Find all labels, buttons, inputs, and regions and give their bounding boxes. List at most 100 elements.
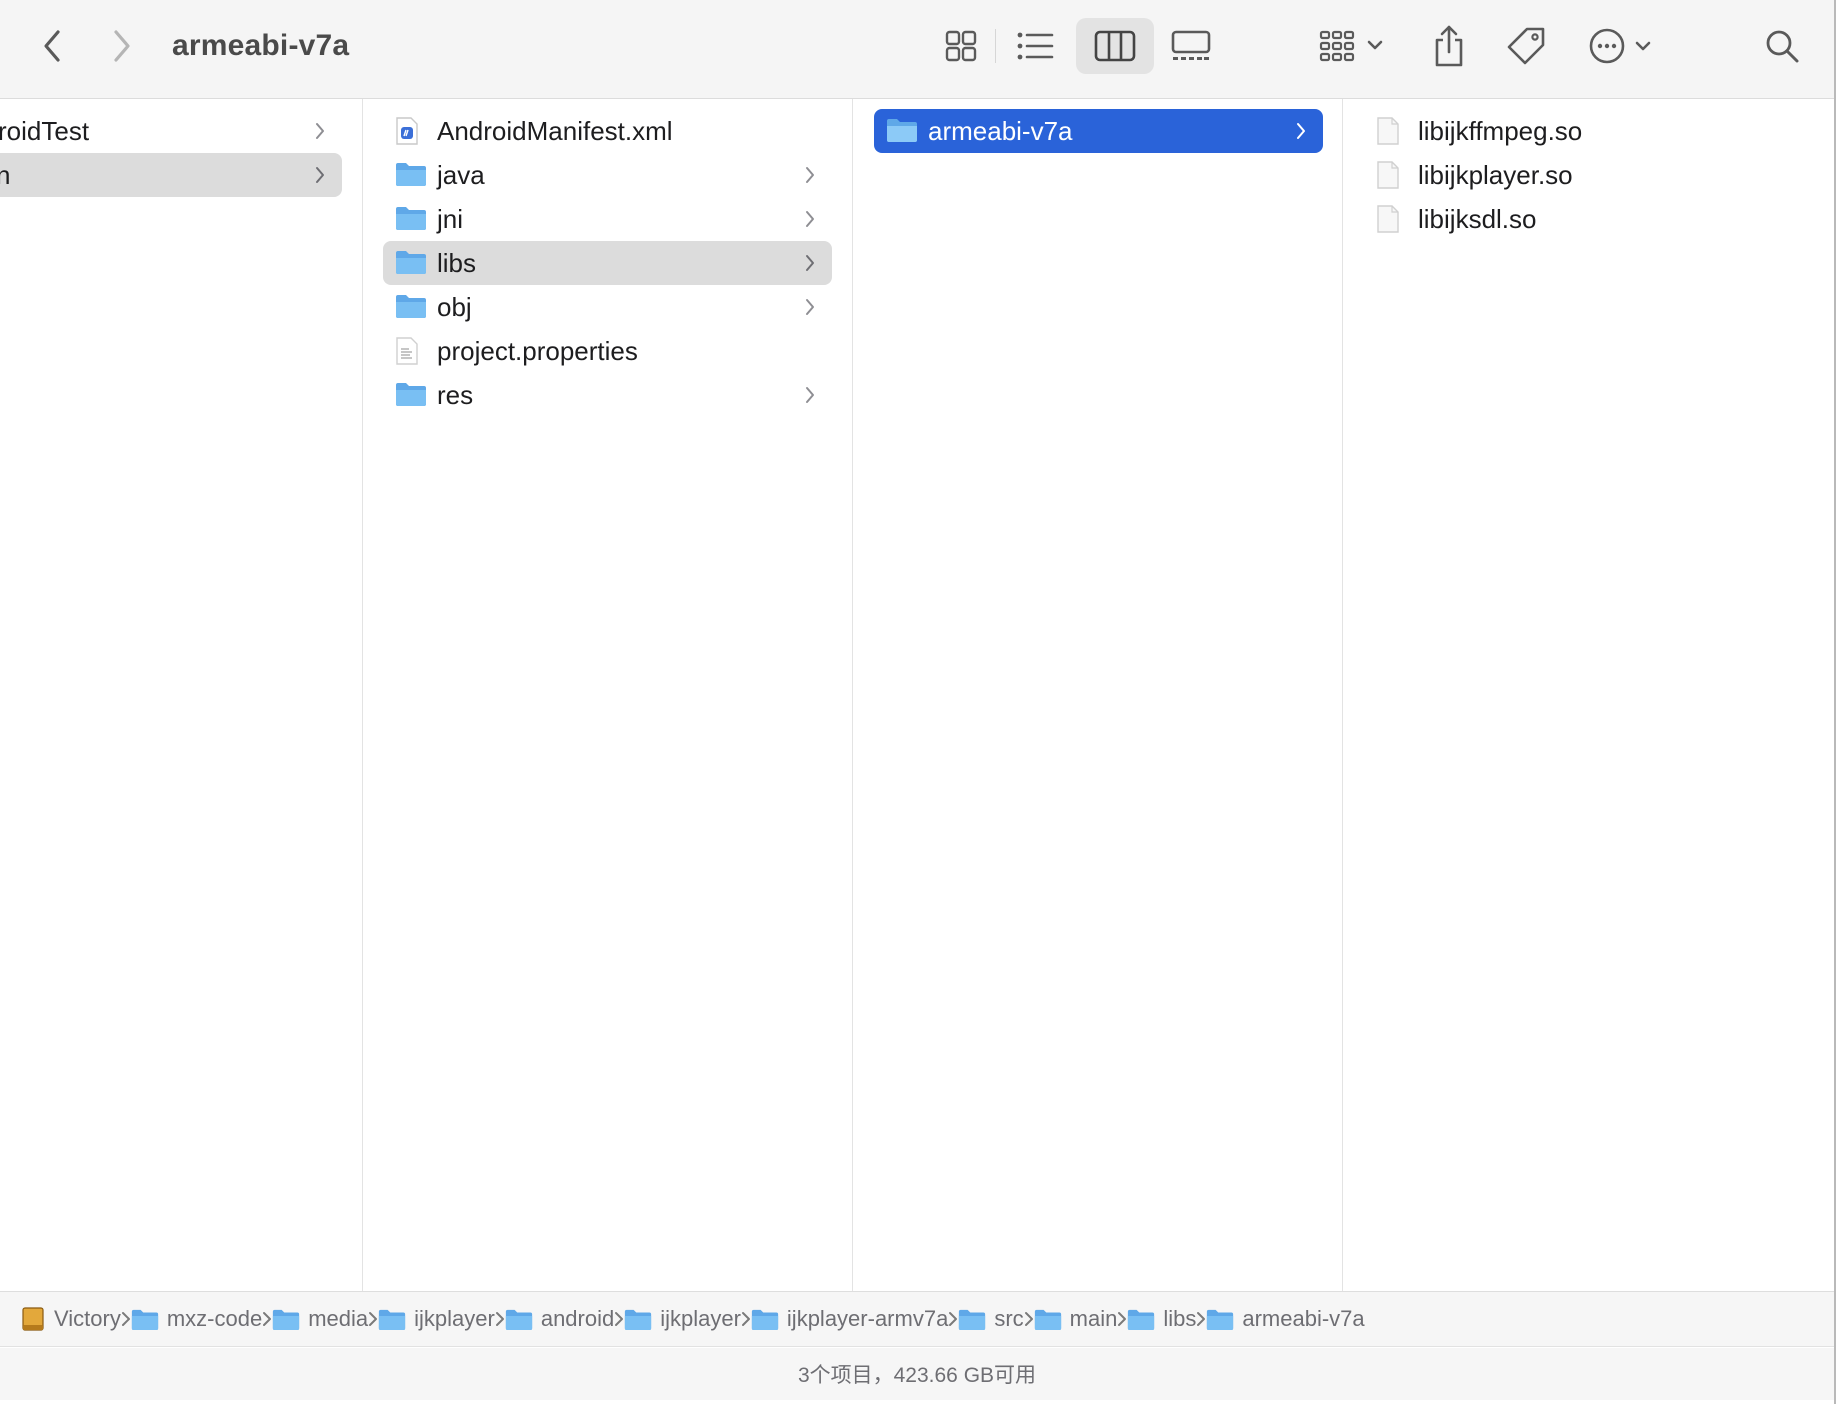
column-4[interactable]: libijkffmpeg.so libijkplayer.so libijksd… bbox=[1343, 99, 1834, 1291]
list-item[interactable]: java bbox=[383, 153, 832, 197]
window-title: armeabi-v7a bbox=[172, 29, 350, 62]
path-item[interactable]: ijkplayer-armv7a bbox=[751, 1306, 948, 1332]
chevron-right-icon bbox=[1118, 1312, 1127, 1326]
path-item[interactable]: ijkplayer bbox=[624, 1306, 741, 1332]
path-item[interactable]: mxz-code bbox=[131, 1306, 262, 1332]
item-name: jni bbox=[437, 204, 464, 234]
grid-icon bbox=[945, 30, 977, 62]
item-name: libs bbox=[437, 248, 477, 278]
folder-icon bbox=[751, 1309, 779, 1330]
path-label: ijkplayer bbox=[660, 1306, 741, 1331]
path-label: media bbox=[308, 1306, 369, 1331]
folder-icon bbox=[396, 383, 426, 406]
path-item[interactable]: media bbox=[272, 1306, 368, 1332]
search-button[interactable] bbox=[1758, 22, 1806, 70]
path-item-current[interactable]: armeabi-v7a bbox=[1206, 1306, 1365, 1332]
folder-icon bbox=[625, 1309, 652, 1330]
folder-icon bbox=[959, 1309, 986, 1330]
group-button[interactable] bbox=[1316, 22, 1392, 70]
status-text: 3个项目，423.66 GB可用 bbox=[797, 1364, 1037, 1387]
list-item[interactable]: project.properties bbox=[383, 329, 832, 373]
chevron-right-icon bbox=[806, 211, 814, 227]
folder-icon bbox=[396, 251, 426, 274]
folder-icon bbox=[887, 119, 917, 142]
list-item[interactable]: obj bbox=[383, 285, 832, 329]
column-3[interactable]: armeabi-v7a bbox=[853, 99, 1343, 1291]
item-name: libijkplayer.so bbox=[1418, 160, 1573, 190]
share-button[interactable] bbox=[1426, 18, 1472, 74]
gallery-icon bbox=[1171, 30, 1211, 60]
folder-icon bbox=[396, 163, 426, 186]
item-name: libijkffmpeg.so bbox=[1418, 116, 1583, 146]
list-icon bbox=[1017, 32, 1054, 60]
generic-file-icon bbox=[1377, 161, 1399, 189]
more-actions-button[interactable] bbox=[1586, 22, 1658, 70]
chevron-right-icon bbox=[1297, 123, 1305, 139]
item-name: java bbox=[437, 160, 485, 190]
path-bar: Victory mxz-code media ijkplayer android… bbox=[0, 1291, 1834, 1347]
column-1[interactable]: roidTest n bbox=[0, 99, 363, 1291]
list-view-button[interactable] bbox=[1008, 22, 1062, 70]
list-item[interactable]: libijkffmpeg.so bbox=[1364, 109, 1813, 153]
chevron-right-icon bbox=[806, 167, 814, 183]
item-name: obj bbox=[437, 292, 472, 322]
list-item[interactable]: roidTest bbox=[0, 109, 342, 153]
chevron-right-icon bbox=[806, 387, 814, 403]
tag-button[interactable] bbox=[1502, 22, 1550, 70]
column-view-button[interactable] bbox=[1076, 18, 1154, 74]
item-name: project.properties bbox=[437, 336, 638, 366]
path-label: src bbox=[994, 1306, 1024, 1331]
path-item[interactable]: src bbox=[958, 1306, 1024, 1332]
icon-view-button[interactable] bbox=[934, 22, 988, 70]
list-item-selected[interactable]: n bbox=[0, 153, 342, 197]
list-item[interactable]: jni bbox=[383, 197, 832, 241]
ellipsis-circle-icon bbox=[1589, 28, 1651, 64]
path-item[interactable]: main bbox=[1034, 1306, 1118, 1332]
chevron-left-icon bbox=[44, 30, 60, 62]
chevron-right-icon bbox=[741, 1312, 750, 1326]
item-name: AndroidManifest.xml bbox=[437, 116, 673, 146]
path-item[interactable]: ijkplayer bbox=[378, 1306, 495, 1332]
chevron-right-icon bbox=[114, 30, 130, 62]
path-label: ijkplayer bbox=[414, 1306, 495, 1331]
item-name: n bbox=[0, 160, 11, 190]
chevron-right-icon bbox=[806, 255, 814, 271]
generic-file-icon bbox=[1377, 205, 1399, 233]
path-item-disk[interactable]: Victory bbox=[20, 1306, 121, 1332]
path-item[interactable]: libs bbox=[1127, 1306, 1196, 1332]
disk-icon bbox=[22, 1307, 44, 1331]
share-icon bbox=[1435, 25, 1463, 67]
column-2[interactable]: AndroidManifest.xml java jni libs obj pr… bbox=[363, 99, 853, 1291]
chevron-right-icon bbox=[949, 1312, 958, 1326]
group-by-icon bbox=[1319, 30, 1383, 62]
list-item-selected[interactable]: libs bbox=[383, 241, 832, 285]
list-item[interactable]: libijksdl.so bbox=[1364, 197, 1813, 241]
folder-icon bbox=[396, 207, 426, 230]
list-item-active[interactable]: armeabi-v7a bbox=[874, 109, 1323, 153]
chevron-right-icon bbox=[806, 299, 814, 315]
folder-icon bbox=[379, 1309, 406, 1330]
path-label: ijkplayer-armv7a bbox=[786, 1306, 949, 1331]
folder-icon bbox=[273, 1309, 300, 1330]
xml-file-icon bbox=[396, 117, 418, 145]
folder-icon bbox=[396, 295, 426, 318]
item-name: libijksdl.so bbox=[1418, 204, 1537, 234]
list-item[interactable]: libijkplayer.so bbox=[1364, 153, 1813, 197]
list-item[interactable]: AndroidManifest.xml bbox=[383, 109, 832, 153]
chevron-right-icon bbox=[316, 167, 324, 183]
columns-icon bbox=[1094, 30, 1136, 62]
gallery-view-button[interactable] bbox=[1164, 22, 1218, 70]
tag-icon bbox=[1507, 27, 1545, 65]
folder-icon bbox=[131, 1309, 158, 1330]
path-label: Victory bbox=[54, 1306, 121, 1331]
item-name: res bbox=[437, 380, 474, 410]
list-item[interactable]: res bbox=[383, 373, 832, 417]
chevron-right-icon bbox=[1024, 1312, 1033, 1326]
chevron-right-icon bbox=[263, 1312, 272, 1326]
back-button[interactable] bbox=[30, 24, 74, 68]
column-browser: roidTest n AndroidManifest.xml java jni … bbox=[0, 99, 1834, 1291]
path-label: main bbox=[1069, 1306, 1118, 1331]
item-name: armeabi-v7a bbox=[928, 116, 1073, 146]
path-item[interactable]: android bbox=[505, 1306, 614, 1332]
forward-button[interactable] bbox=[100, 24, 144, 68]
